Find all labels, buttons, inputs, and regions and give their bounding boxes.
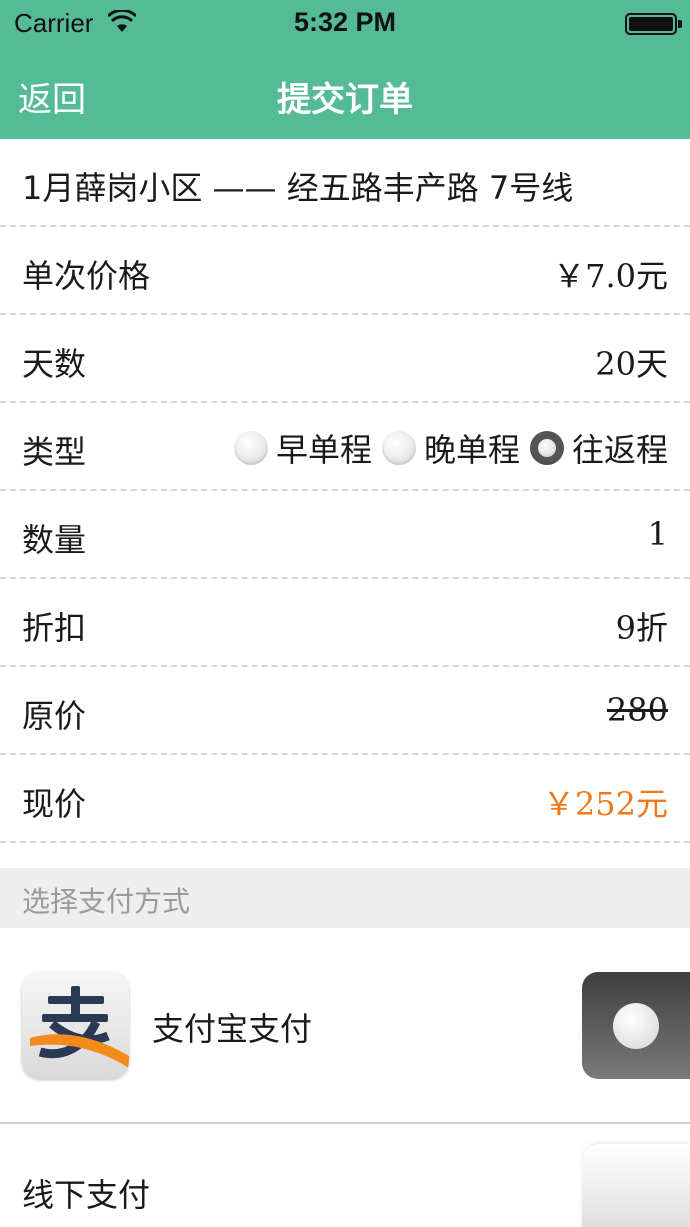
days-row: 天数 20天 [0, 315, 690, 403]
radio-icon[interactable] [381, 431, 416, 465]
payment-method-offline[interactable]: 线下支付 [0, 1124, 690, 1227]
option-morning-one-way[interactable]: 早单程 [233, 425, 372, 471]
current-price-label: 现价 [22, 785, 87, 823]
payment-method-name: 线下支付 [22, 1176, 151, 1214]
page-title: 提交订单 [277, 80, 413, 120]
option-evening-one-way[interactable]: 晚单程 [381, 425, 520, 471]
quantity-value: 1 [647, 515, 668, 553]
alipay-select-toggle[interactable] [582, 972, 690, 1079]
battery-icon [625, 13, 682, 35]
payment-section-title: 选择支付方式 [22, 885, 191, 918]
radio-icon[interactable] [233, 431, 268, 465]
selected-knob-icon [613, 1003, 659, 1049]
unit-price-label: 单次价格 [22, 257, 151, 295]
quantity-label: 数量 [22, 521, 87, 559]
current-price-value: ￥252元 [542, 785, 668, 823]
original-price-row: 原价 280 [0, 667, 690, 755]
days-value: 20天 [595, 345, 668, 383]
discount-label: 折扣 [22, 609, 87, 647]
payment-section-header: 选择支付方式 [0, 868, 690, 928]
option-round-trip[interactable]: 往返程 [529, 425, 668, 471]
offline-select-toggle[interactable] [582, 1144, 690, 1227]
navigation-bar: 返回 提交订单 [0, 46, 690, 139]
unit-price-value: ￥7.0元 [553, 257, 668, 295]
days-label: 天数 [22, 345, 87, 383]
route-text: 1月薛岗小区 —— 经五路丰产路 7号线 [22, 169, 574, 207]
option-label: 早单程 [275, 431, 372, 469]
alipay-icon [22, 972, 129, 1079]
unit-price-row: 单次价格 ￥7.0元 [0, 227, 690, 315]
type-row: 类型 早单程 晚单程 往返程 [0, 403, 690, 491]
discount-value: 9折 [615, 609, 668, 647]
status-bar: Carrier 5:32 PM [0, 0, 690, 46]
trip-type-options: 早单程 晚单程 往返程 [224, 425, 668, 471]
discount-row: 折扣 9折 [0, 579, 690, 667]
top-bar: Carrier 5:32 PM 返回 提交订单 [0, 0, 690, 139]
radio-selected-icon[interactable] [529, 431, 564, 465]
type-label: 类型 [22, 433, 87, 471]
original-price-value: 280 [606, 691, 668, 729]
clock: 5:32 PM [293, 7, 397, 37]
payment-method-alipay[interactable]: 支付宝支付 [0, 928, 690, 1124]
payment-method-name: 支付宝支付 [152, 1010, 313, 1048]
option-label: 往返程 [571, 431, 668, 469]
quantity-row: 数量 1 [0, 491, 690, 579]
original-price-label: 原价 [22, 697, 87, 735]
route-row: 1月薛岗小区 —— 经五路丰产路 7号线 [0, 139, 690, 227]
current-price-row: 现价 ￥252元 [0, 755, 690, 843]
option-label: 晚单程 [423, 431, 520, 469]
